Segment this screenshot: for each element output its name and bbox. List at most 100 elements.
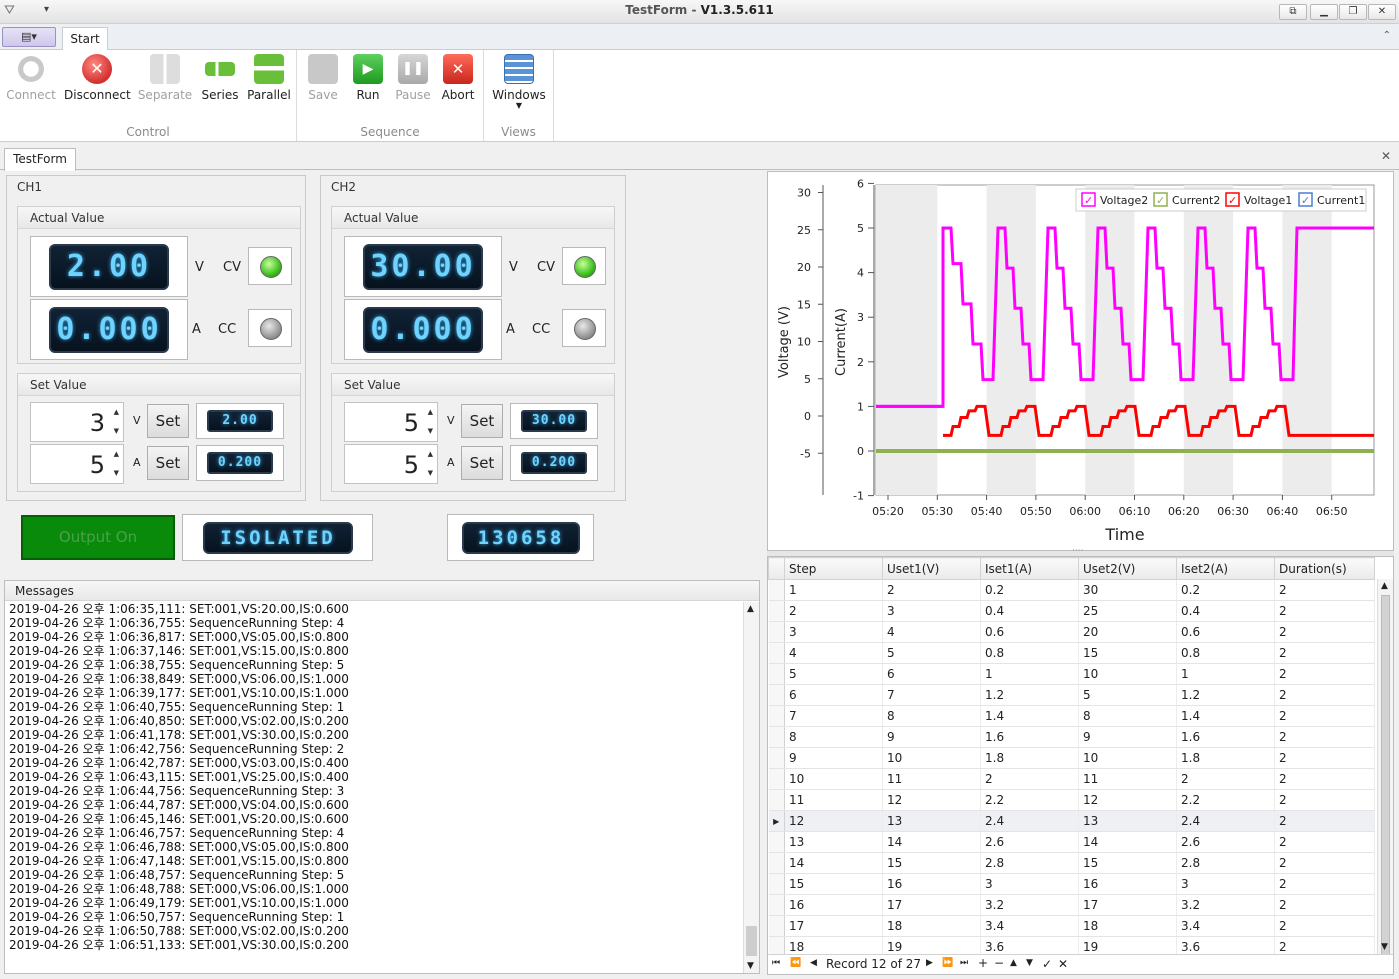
- table-cell[interactable]: 13: [784, 831, 883, 853]
- table-cell[interactable]: 3.4: [1176, 915, 1275, 937]
- table-cell[interactable]: 0.4: [980, 600, 1079, 622]
- row-indicator[interactable]: [768, 726, 785, 748]
- table-cell[interactable]: 7: [882, 684, 981, 706]
- prev-page-icon[interactable]: ⏪: [790, 958, 801, 968]
- table-cell[interactable]: 9: [1078, 726, 1177, 748]
- row-indicator[interactable]: [768, 663, 785, 685]
- table-cell[interactable]: 20: [1078, 621, 1177, 643]
- table-cell[interactable]: 2: [1274, 873, 1375, 895]
- table-cell[interactable]: 2: [1274, 642, 1375, 664]
- scroll-up-icon[interactable]: ▲: [747, 604, 754, 614]
- output-on-button[interactable]: Output On: [21, 515, 175, 560]
- table-row[interactable]: 13 14 2.6 14 2.6 2: [768, 831, 1375, 853]
- table-cell[interactable]: 2.4: [980, 810, 1079, 832]
- ch2-set-current-input[interactable]: 5 ▲ ▼: [344, 444, 438, 484]
- scroll-up-icon[interactable]: ▲: [1381, 581, 1388, 591]
- table-cell[interactable]: 17: [882, 894, 981, 916]
- table-cell[interactable]: 3.2: [1176, 894, 1275, 916]
- table-cell[interactable]: 10: [1078, 747, 1177, 769]
- table-cell[interactable]: 15: [1078, 852, 1177, 874]
- table-cell[interactable]: 2: [784, 600, 883, 622]
- ch1-set-current-button[interactable]: Set: [147, 446, 189, 480]
- abort-button[interactable]: ✕ Abort: [437, 54, 479, 112]
- table-cell[interactable]: 2.2: [1176, 789, 1275, 811]
- table-cell[interactable]: 14: [1078, 831, 1177, 853]
- table-cell[interactable]: 3: [784, 621, 883, 643]
- close-document-icon[interactable]: ✕: [1381, 149, 1391, 163]
- table-cell[interactable]: 3: [980, 873, 1079, 895]
- table-cell[interactable]: 4: [784, 642, 883, 664]
- table-cell[interactable]: 2: [1274, 621, 1375, 643]
- table-cell[interactable]: 5: [784, 663, 883, 685]
- table-cell[interactable]: 6: [882, 663, 981, 685]
- table-cell[interactable]: 18: [1078, 915, 1177, 937]
- table-cell[interactable]: 0.4: [1176, 600, 1275, 622]
- table-cell[interactable]: 1: [980, 663, 1079, 685]
- table-cell[interactable]: 15: [784, 873, 883, 895]
- scroll-down-icon[interactable]: ▼: [1381, 942, 1388, 952]
- spin-up-icon[interactable]: ▲: [114, 408, 119, 416]
- column-header[interactable]: Uset2(V): [1078, 557, 1177, 580]
- row-indicator[interactable]: [768, 621, 785, 643]
- run-button[interactable]: ▶ Run: [349, 54, 387, 112]
- ch1-set-voltage-input[interactable]: 3 ▲ ▼: [30, 402, 124, 442]
- row-indicator[interactable]: ▶: [768, 810, 785, 832]
- table-cell[interactable]: 1: [1176, 663, 1275, 685]
- table-cell[interactable]: 10: [784, 768, 883, 790]
- table-cell[interactable]: 0.2: [980, 579, 1079, 601]
- table-cell[interactable]: 2: [1274, 663, 1375, 685]
- table-cell[interactable]: 3.4: [980, 915, 1079, 937]
- row-indicator[interactable]: [768, 579, 785, 601]
- table-cell[interactable]: 1.4: [1176, 705, 1275, 727]
- pause-button[interactable]: ❚❚ Pause: [393, 54, 433, 112]
- table-cell[interactable]: 2: [1274, 894, 1375, 916]
- spin-up-icon[interactable]: ▲: [428, 408, 433, 416]
- tab-testform[interactable]: TestForm: [4, 148, 76, 171]
- row-indicator[interactable]: [768, 831, 785, 853]
- series-button[interactable]: Series: [198, 54, 242, 112]
- row-indicator[interactable]: [768, 852, 785, 874]
- table-cell[interactable]: 1.4: [980, 705, 1079, 727]
- table-cell[interactable]: 12: [882, 789, 981, 811]
- spin-down-icon[interactable]: ▼: [114, 469, 119, 477]
- table-cell[interactable]: 2: [1274, 600, 1375, 622]
- row-indicator[interactable]: [768, 642, 785, 664]
- minimize-button[interactable]: ▁: [1310, 4, 1338, 20]
- move-down-icon[interactable]: ▼: [1026, 958, 1033, 968]
- table-row[interactable]: 7 8 1.4 8 1.4 2: [768, 705, 1375, 727]
- ch1-set-voltage-button[interactable]: Set: [147, 404, 189, 438]
- table-cell[interactable]: 2: [1274, 915, 1375, 937]
- messages-scrollbar[interactable]: ▲ ▼: [743, 602, 759, 973]
- table-cell[interactable]: 9: [784, 747, 883, 769]
- table-cell[interactable]: 11: [1078, 768, 1177, 790]
- row-indicator[interactable]: [768, 894, 785, 916]
- table-cell[interactable]: 3: [882, 600, 981, 622]
- row-indicator[interactable]: [768, 684, 785, 706]
- scroll-thumb[interactable]: [1381, 595, 1390, 955]
- table-cell[interactable]: 2.8: [1176, 852, 1275, 874]
- row-indicator[interactable]: [768, 915, 785, 937]
- windows-button[interactable]: Windows ▼: [490, 54, 548, 112]
- scroll-thumb[interactable]: [746, 926, 757, 956]
- table-cell[interactable]: 8: [1078, 705, 1177, 727]
- scroll-down-icon[interactable]: ▼: [747, 961, 754, 971]
- table-cell[interactable]: 1.2: [980, 684, 1079, 706]
- column-header[interactable]: Uset1(V): [882, 557, 981, 580]
- table-cell[interactable]: 1.6: [1176, 726, 1275, 748]
- table-row[interactable]: 11 12 2.2 12 2.2 2: [768, 789, 1375, 811]
- table-cell[interactable]: 2.4: [1176, 810, 1275, 832]
- grid-scrollbar[interactable]: ▲ ▼: [1377, 579, 1393, 955]
- table-cell[interactable]: 0.2: [1176, 579, 1275, 601]
- table-cell[interactable]: 11: [882, 768, 981, 790]
- table-cell[interactable]: 0.8: [1176, 642, 1275, 664]
- table-cell[interactable]: 9: [882, 726, 981, 748]
- table-cell[interactable]: 10: [1078, 663, 1177, 685]
- prev-record-icon[interactable]: ◀: [810, 958, 817, 968]
- table-cell[interactable]: 2: [1274, 726, 1375, 748]
- table-cell[interactable]: 11: [784, 789, 883, 811]
- table-cell[interactable]: 2.6: [1176, 831, 1275, 853]
- disconnect-button[interactable]: ✕ Disconnect: [64, 54, 131, 112]
- parallel-button[interactable]: Parallel: [246, 54, 292, 112]
- spin-down-icon[interactable]: ▼: [114, 427, 119, 435]
- table-cell[interactable]: 2: [980, 768, 1079, 790]
